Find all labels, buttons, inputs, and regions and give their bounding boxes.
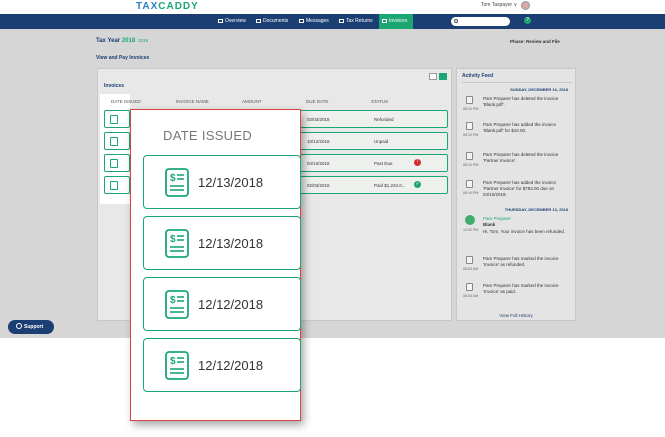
nav-overview[interactable]: Overview [215,14,249,29]
status-cell: Past Due [374,161,393,166]
document-icon [256,19,261,23]
invoice-icon [110,181,118,190]
list-item[interactable] [104,132,130,150]
invoice-icon: $ [165,290,189,319]
date-issued: 12/13/2018 [198,236,264,251]
due-date-cell: 02/03/2018 [307,117,330,122]
top-bar: TAXCADDY Tom Taxpayer ∨ [0,0,665,14]
invoice-icon: $ [165,229,189,258]
invoice-icon [110,159,118,168]
invoice-icon [466,180,473,188]
error-icon: ! [414,159,421,166]
list-item[interactable]: $ 12/12/2018 [143,277,301,331]
list-item[interactable]: $ 12/12/2018 [143,338,301,392]
list-item[interactable] [104,110,130,128]
nav-documents[interactable]: Documents [253,14,293,29]
status-cell: Unpaid [374,139,389,144]
support-button[interactable]: Support [8,320,54,334]
svg-text:$: $ [170,234,176,245]
column-header-due-date[interactable]: DUE DATE [306,99,328,104]
list-view-icon[interactable] [439,73,447,80]
invoice-icon: $ [165,168,189,197]
feed-time: 12:02 PM [463,228,479,232]
view-pay-invoices-link[interactable]: View and Pay Invoices [96,55,149,61]
due-date-cell: 02/03/2018 [307,183,330,188]
due-date-cell: 10/12/2018 [307,139,330,144]
list-item[interactable] [104,176,130,194]
invoice-icon: $ [165,351,189,380]
date-issued: 12/12/2018 [198,358,264,373]
help-icon[interactable]: ? [524,17,531,24]
feed-date: THURSDAY, DECEMBER 13, 2018 [504,207,568,212]
column-header-status[interactable]: STATUS [371,99,388,104]
invoice-icon [466,122,473,130]
feed-author-subject: Blank [483,222,496,227]
status-cell: Refunded [374,117,394,122]
user-name: Tom Taxpayer [481,2,513,8]
column-header-invoice-name[interactable]: INVOICE NAME [176,99,209,104]
zoom-column-header: DATE ISSUED [163,128,253,143]
tax-year-title: Tax Year 2018 2019 [96,38,149,44]
avatar [465,215,475,225]
invoice-icon [382,19,387,23]
svg-text:$: $ [170,295,176,306]
feed-message: Hi, Tom. Your invoice has been refunded. [483,229,565,234]
svg-text:$: $ [170,356,176,367]
list-item[interactable]: $ 12/13/2018 [143,155,301,209]
nav-messages[interactable]: Messages [296,14,333,29]
view-full-history-link[interactable]: View Full History [456,313,576,318]
invoice-icon [466,256,473,264]
nav-invoices[interactable]: Invoices [379,14,413,29]
activity-feed-title: Activity Feed [462,73,494,79]
tax-return-icon [339,19,344,23]
invoice-icon [466,283,473,291]
search-icon [454,19,458,23]
help-icon [16,323,22,329]
invoice-icon [110,137,118,146]
user-menu[interactable]: Tom Taxpayer ∨ [481,2,517,8]
due-date-cell: 04/10/2018 [307,161,330,166]
divider [462,82,572,83]
invoice-icon [110,115,118,124]
chevron-down-icon: ∨ [513,2,518,8]
home-icon [218,19,223,23]
date-issued: 12/13/2018 [198,175,264,190]
feed-date: SUNDAY, DECEMBER 16, 2018 [510,87,568,92]
column-header-date: DATE ISSUED [111,99,141,104]
invoice-icon [466,96,473,104]
status-cell: Paid $1,234.0... [374,183,406,188]
main-nav: Overview Documents Messages Tax Returns … [0,14,665,29]
alt-year-link[interactable]: 2019 [138,38,148,43]
svg-text:$: $ [170,173,176,184]
check-icon: ✓ [414,181,421,188]
invoices-title: Invoices [104,83,125,89]
message-icon [299,19,304,23]
grid-view-icon[interactable] [429,73,437,80]
list-item[interactable] [104,154,130,172]
search-input[interactable] [451,17,510,26]
logo[interactable]: TAXCADDY [136,1,199,12]
avatar[interactable] [521,1,530,10]
feed-author: Pam Preparer [483,216,512,221]
date-issued: 12/12/2018 [198,297,264,312]
nav-tax-returns[interactable]: Tax Returns [336,14,378,29]
list-item[interactable]: $ 12/13/2018 [143,216,301,270]
invoice-icon [466,152,473,160]
phase-label: Phase: Review and File [510,39,560,44]
column-header-amount[interactable]: AMOUNT [242,99,262,104]
